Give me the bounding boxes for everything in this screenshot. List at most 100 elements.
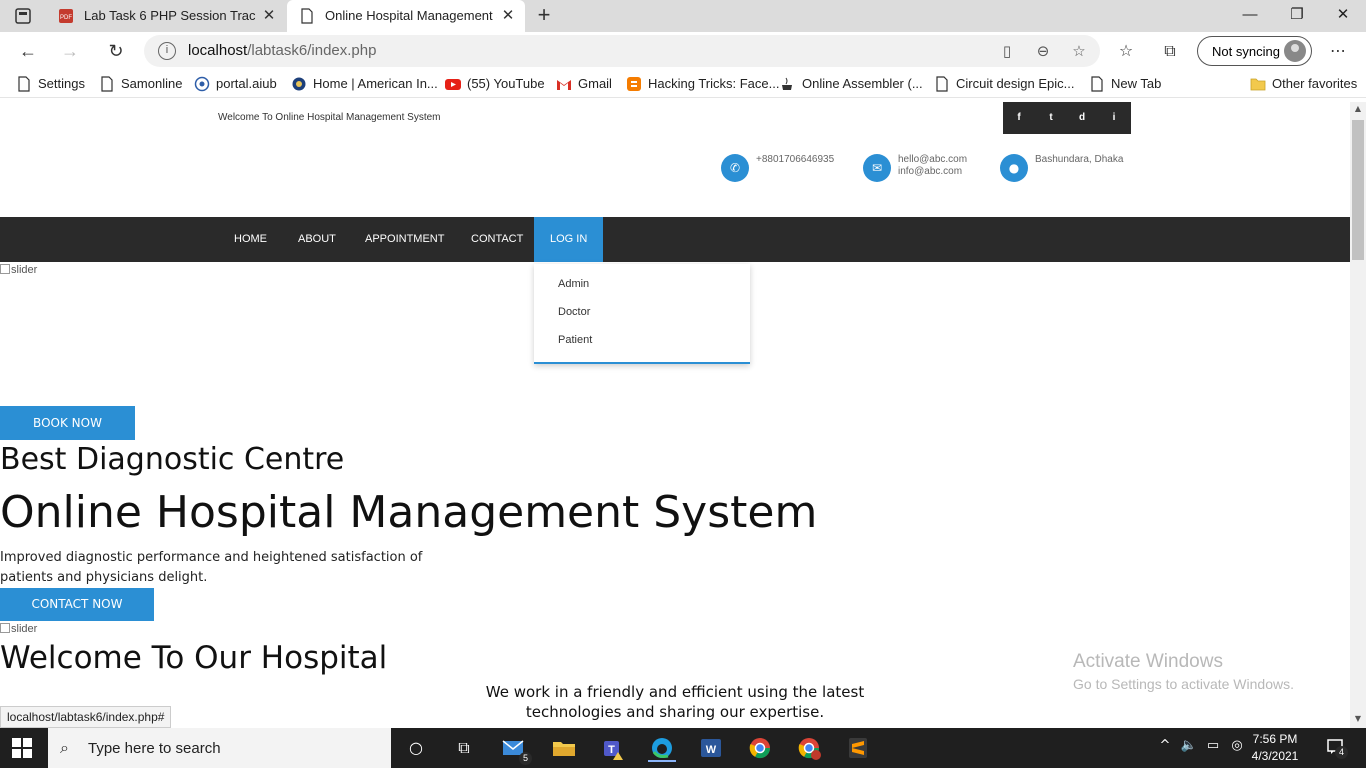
slider-image-2: slider [0, 623, 37, 635]
scroll-up-icon[interactable]: ▲ [1353, 104, 1363, 113]
broken-image-icon [0, 623, 10, 633]
windows-taskbar: ⌕ Type here to search ○ ⧉ 5 T W ^ 🔈 ▭ ◎ … [0, 728, 1366, 768]
map-pin-icon: ● [1000, 154, 1028, 182]
favorites-bar: Settings Samonline portal.aiub Home | Am… [0, 70, 1366, 98]
page-scrollbar[interactable]: ▲ ▼ [1350, 102, 1366, 728]
browser-toolbar: ← → ↻ i localhost/labtask6/index.php ▯ ⊖… [0, 32, 1366, 70]
info-icon[interactable]: i [158, 42, 176, 60]
profile-sync-button[interactable]: Not syncing [1197, 36, 1312, 66]
immersive-reader-icon[interactable]: ▯ [997, 41, 1017, 61]
page-icon [299, 8, 315, 24]
search-icon: ⌕ [60, 738, 69, 757]
login-doctor[interactable]: Doctor [558, 306, 590, 318]
instagram-icon[interactable]: i [1106, 110, 1122, 126]
address-bar[interactable]: i localhost/labtask6/index.php ▯ ⊖ ☆ [144, 35, 1100, 67]
tagline: Best Diagnostic Centre [0, 442, 345, 477]
coffee-icon [782, 77, 792, 90]
sublime-icon[interactable] [844, 734, 872, 762]
notification-badge: 4 [1335, 746, 1348, 759]
svg-text:PDF: PDF [60, 15, 72, 21]
zoom-icon[interactable]: ⊖ [1033, 41, 1053, 61]
volume-icon[interactable]: 🔈 [1180, 738, 1198, 753]
top-welcome-text: Welcome To Online Hospital Management Sy… [218, 112, 441, 123]
nav-appointment[interactable]: APPOINTMENT [365, 217, 444, 262]
facebook-icon[interactable]: f [1011, 110, 1027, 126]
tab-actions-icon[interactable] [14, 7, 32, 25]
tab-title: Online Hospital Management Sy [325, 8, 497, 23]
taskbar-clock[interactable]: 7:56 PM 4/3/2021 [1245, 731, 1305, 765]
envelope-icon: ✉ [863, 154, 891, 182]
web-page: Welcome To Online Hospital Management Sy… [0, 102, 1350, 728]
svg-text:T: T [608, 744, 615, 756]
nav-home[interactable]: HOME [234, 217, 267, 262]
word-icon[interactable]: W [697, 734, 725, 762]
forward-button[interactable]: → [58, 40, 82, 62]
blogger-icon [627, 77, 641, 91]
battery-icon[interactable]: ▭ [1204, 738, 1222, 753]
university-icon [292, 77, 306, 91]
minimize-button[interactable]: — [1238, 4, 1262, 26]
refresh-button[interactable]: ↻ [104, 40, 128, 62]
close-icon[interactable]: ✕ [499, 6, 517, 24]
add-favorite-icon[interactable]: ☆ [1069, 41, 1089, 61]
tab-hospital[interactable]: Online Hospital Management Sy ✕ [287, 0, 525, 32]
broken-image-icon [0, 264, 10, 274]
cortana-icon[interactable]: ○ [402, 734, 430, 762]
favorites-icon[interactable]: ☆ [1116, 41, 1136, 61]
windows-start-icon[interactable] [12, 738, 32, 758]
twitter-icon[interactable]: t [1043, 110, 1059, 126]
notification-icon[interactable]: 4 [1326, 738, 1348, 759]
mail-app-icon[interactable]: 5 [500, 734, 532, 765]
main-nav: HOME ABOUT APPOINTMENT CONTACT LOG IN [0, 217, 1350, 262]
restore-button[interactable]: ❐ [1285, 4, 1309, 26]
social-bar: f t d i [1003, 102, 1131, 134]
show-hidden-icons[interactable]: ^ [1156, 738, 1174, 753]
contact-now-button[interactable]: CONTACT NOW [0, 588, 154, 621]
youtube-icon [445, 79, 461, 90]
close-window-button[interactable]: ✕ [1331, 4, 1355, 26]
status-bar-url: localhost/labtask6/index.php# [0, 706, 172, 728]
dribbble-icon[interactable]: d [1074, 110, 1090, 126]
collections-icon[interactable]: ⧉ [1160, 41, 1180, 61]
headline: Online Hospital Management System [0, 487, 818, 538]
taskbar-search-input[interactable]: ⌕ Type here to search [48, 728, 391, 768]
chrome-profile-icon[interactable] [795, 734, 823, 762]
welcome-heading: Welcome To Our Hospital [0, 640, 388, 676]
url-text: localhost/labtask6/index.php [188, 42, 377, 59]
pdf-icon: PDF [58, 8, 74, 24]
tab-lab-task[interactable]: PDF Lab Task 6 PHP Session Tracking ✕ [46, 0, 286, 32]
file-explorer-icon[interactable] [550, 734, 578, 762]
gmail-icon [557, 80, 571, 90]
close-icon[interactable]: ✕ [260, 6, 278, 24]
nav-login[interactable]: LOG IN [534, 217, 604, 262]
edge-icon[interactable] [648, 734, 676, 762]
login-dropdown: Admin Doctor Patient [534, 264, 750, 364]
folder-icon [1250, 78, 1266, 91]
chrome-icon[interactable] [746, 734, 774, 762]
browser-tab-bar: PDF Lab Task 6 PHP Session Tracking ✕ On… [0, 0, 1366, 32]
login-patient[interactable]: Patient [558, 334, 592, 346]
lead-text: Improved diagnostic performance and heig… [0, 550, 423, 585]
page-icon [18, 76, 30, 92]
language-globe-icon[interactable]: ◎ [1228, 738, 1246, 753]
nav-contact[interactable]: CONTACT [471, 217, 523, 262]
new-tab-button[interactable]: + [533, 4, 555, 26]
scroll-down-icon[interactable]: ▼ [1353, 714, 1363, 723]
nav-about[interactable]: ABOUT [298, 217, 336, 262]
book-now-button[interactable]: BOOK NOW [0, 406, 135, 440]
page-icon [936, 76, 948, 92]
globe-icon [194, 76, 210, 92]
task-view-icon[interactable]: ⧉ [450, 734, 478, 762]
page-icon [1091, 76, 1103, 92]
screen: PDF Lab Task 6 PHP Session Tracking ✕ On… [0, 0, 1366, 768]
tab-title: Lab Task 6 PHP Session Tracking [84, 8, 256, 23]
scroll-thumb[interactable] [1352, 120, 1364, 260]
activate-windows-watermark: Activate Windows Go to Settings to activ… [1073, 651, 1294, 692]
back-button[interactable]: ← [16, 40, 40, 62]
login-admin[interactable]: Admin [558, 278, 589, 290]
slider-image: slider [0, 264, 37, 276]
more-icon[interactable]: ⋯ [1328, 41, 1348, 61]
work-text: We work in a friendly and efficient usin… [485, 683, 865, 721]
teams-icon[interactable]: T [600, 734, 628, 762]
phone-icon: ✆ [721, 154, 749, 182]
